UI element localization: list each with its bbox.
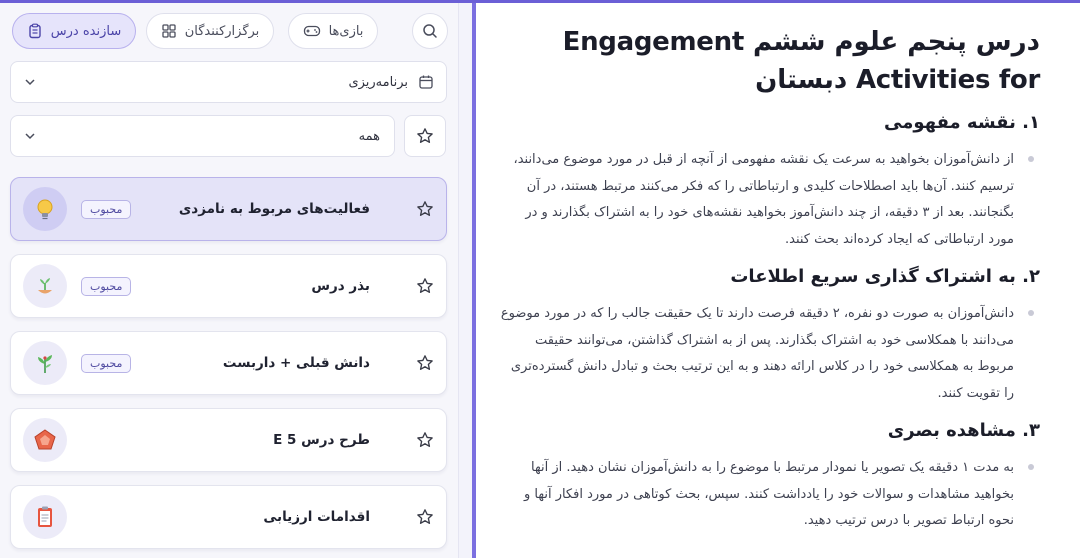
pentagon-icon xyxy=(23,418,67,462)
chevron-down-icon xyxy=(25,79,35,86)
lesson-content: درس پنجم علوم ششم Engagement Activities … xyxy=(476,3,1080,558)
list-item-title: اقدامات ارزیابی xyxy=(263,509,370,525)
gamepad-icon xyxy=(303,25,320,37)
tab-games-label: بازی‌ها xyxy=(328,23,364,39)
star-icon[interactable] xyxy=(414,275,436,297)
list-item[interactable]: اقدامات ارزیابی xyxy=(10,485,447,549)
planning-select-label: برنامه‌ریزی xyxy=(348,74,408,90)
list-item[interactable]: محبوب فعالیت‌های مربوط به نامزدی xyxy=(10,177,447,241)
tab-organizers[interactable]: برگزارکنندگان xyxy=(146,13,274,49)
sidebar: سازنده درس برگزارکنندگان بازی‌ها xyxy=(0,3,458,558)
star-icon[interactable] xyxy=(414,429,436,451)
section-text: از دانش‌آموزان بخواهید به سرعت یک نقشه م… xyxy=(513,152,1015,247)
seedling-icon xyxy=(23,264,67,308)
star-icon[interactable] xyxy=(414,198,436,220)
list-item-title: بذر درس xyxy=(311,278,370,294)
clipboard-icon xyxy=(23,495,67,539)
grid-icon xyxy=(162,24,176,38)
chevron-down-icon xyxy=(25,133,35,140)
star-icon[interactable] xyxy=(414,352,436,374)
tab-lesson-builder-label: سازنده درس xyxy=(50,23,122,39)
tab-organizers-label: برگزارکنندگان xyxy=(184,23,260,39)
section-paragraph: دانش‌آموزان به صورت دو نفره، ۲ دقیقه فرص… xyxy=(498,301,1040,407)
section-paragraph: به مدت ۱ دقیقه یک تصویر یا نمودار مرتبط … xyxy=(498,455,1040,535)
tab-games[interactable]: بازی‌ها xyxy=(288,13,378,49)
clipboard-list-icon xyxy=(29,23,41,39)
popular-badge: محبوب xyxy=(81,276,132,296)
list-item[interactable]: محبوب دانش قبلی + داربست xyxy=(10,331,447,395)
section-paragraph: از دانش‌آموزان بخواهید به سرعت یک نقشه م… xyxy=(498,147,1040,253)
section-text: دانش‌آموزان به صورت دو نفره، ۲ دقیقه فرص… xyxy=(500,306,1014,401)
popular-badge: محبوب xyxy=(81,353,132,373)
star-outline-icon xyxy=(417,128,433,143)
toolbar-tabs: سازنده درس برگزارکنندگان بازی‌ها xyxy=(10,13,448,49)
bullet-dot xyxy=(1028,156,1034,162)
list-item-title: دانش قبلی + داربست xyxy=(222,355,370,371)
lightbulb-icon xyxy=(23,187,67,231)
calendar-icon xyxy=(419,75,433,89)
plant-icon xyxy=(23,341,67,385)
section-heading: ۲. به اشتراک گذاری سریع اطلاعات xyxy=(730,266,1040,287)
section-heading: ۳. مشاهده بصری xyxy=(887,420,1040,441)
bullet-dot xyxy=(1028,310,1034,316)
popular-badge: محبوب xyxy=(81,199,132,219)
list-item[interactable]: طرح درس 5 E xyxy=(10,408,447,472)
planning-select[interactable]: برنامه‌ریزی xyxy=(10,61,447,103)
list-item[interactable]: محبوب بذر درس xyxy=(10,254,447,318)
search-icon xyxy=(423,24,437,38)
section-heading: ۱. نقشه مفهومی xyxy=(884,112,1040,133)
section-text: به مدت ۱ دقیقه یک تصویر یا نمودار مرتبط … xyxy=(523,460,1014,528)
tab-lesson-builder[interactable]: سازنده درس xyxy=(12,13,136,49)
category-filter-label: همه xyxy=(358,128,380,144)
category-filter-select[interactable]: همه xyxy=(10,115,395,157)
list-item-title: طرح درس 5 E xyxy=(273,432,370,448)
page-title: درس پنجم علوم ششم Engagement Activities … xyxy=(562,27,1041,95)
favorites-filter-button[interactable] xyxy=(404,115,446,157)
star-icon[interactable] xyxy=(414,506,436,528)
list-item-title: فعالیت‌های مربوط به نامزدی xyxy=(178,201,370,217)
bullet-dot xyxy=(1028,464,1034,470)
search-button[interactable] xyxy=(412,13,448,49)
